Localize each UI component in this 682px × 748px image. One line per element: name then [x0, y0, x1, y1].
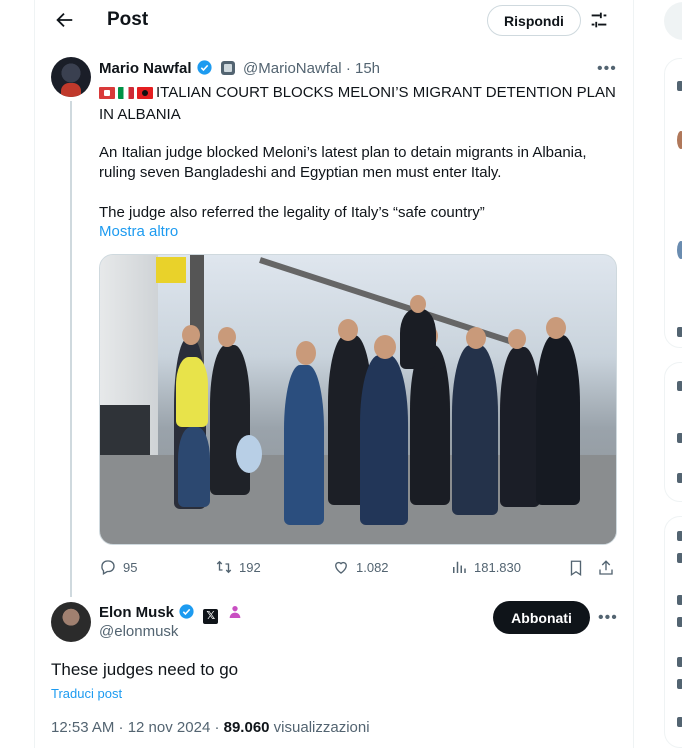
verified-badge-icon [197, 60, 212, 75]
tweet-text: These judges need to go [51, 660, 239, 679]
reply-button[interactable]: Rispondi [487, 5, 581, 36]
bookmark-icon[interactable] [567, 559, 585, 577]
image-head [218, 327, 236, 347]
author-handle[interactable]: @elonmusk [99, 623, 178, 640]
tweet-image[interactable] [99, 254, 617, 545]
post-metadata: 12:53 AM · 12 nov 2024 · 89.060 visualiz… [51, 719, 370, 736]
x-affiliate-badge-icon: 𝕏 [203, 609, 219, 624]
image-person [210, 345, 250, 495]
image-person-jeans [178, 427, 210, 507]
image-person [536, 335, 580, 505]
avatar[interactable] [51, 602, 91, 642]
reply-count: 95 [123, 559, 138, 575]
image-plastic-bag [236, 435, 262, 473]
sidebar-card [664, 362, 682, 502]
tweet-action-bar: 95 192 1.082 181.830 [99, 558, 619, 580]
image-head [546, 317, 566, 339]
subscribe-button[interactable]: Abbonati [493, 601, 590, 634]
sidebar-text-fragment [677, 531, 682, 541]
image-person-blue-jacket [360, 355, 408, 525]
main-column: Post Rispondi Mario Nawfal @MarioNawfal … [34, 0, 634, 748]
more-options-icon[interactable]: ••• [597, 60, 617, 78]
image-head [466, 327, 486, 349]
right-sidebar [634, 0, 682, 748]
sidebar-text-fragment [677, 327, 682, 337]
image-person-denim-jacket [284, 365, 324, 525]
tweet-headline: ITALIAN COURT BLOCKS MELONI’S MIGRANT DE… [99, 83, 619, 125]
sidebar-text-fragment [677, 679, 682, 689]
filter-settings-icon[interactable] [588, 9, 610, 31]
left-gutter [0, 0, 34, 748]
italy-flag-icon [118, 87, 134, 99]
repost-icon [216, 560, 232, 574]
author-line: Mario Nawfal @MarioNawfal · 15h [99, 59, 380, 77]
sidebar-card [664, 516, 682, 748]
image-head [182, 325, 200, 345]
like-count: 1.082 [356, 559, 389, 575]
sidebar-text-fragment [677, 595, 682, 605]
image-head [296, 341, 316, 365]
image-person-yellow-shirt [176, 357, 208, 427]
sidebar-text-fragment [677, 717, 682, 727]
image-head [410, 295, 426, 313]
thread-connector-line [70, 101, 72, 597]
sidebar-text-fragment [677, 381, 682, 391]
image-person-background [400, 309, 436, 369]
views-count: 89.060 [223, 719, 270, 736]
views-action[interactable]: 181.830 [450, 558, 521, 576]
author-handle[interactable]: @MarioNawfal [243, 60, 342, 77]
image-person [500, 347, 540, 507]
like-action[interactable]: 1.082 [332, 558, 389, 576]
sidebar-text-fragment [677, 617, 682, 627]
people-badge-icon [229, 606, 240, 618]
more-options-icon[interactable]: ••• [598, 609, 618, 627]
image-person [452, 345, 498, 515]
image-head [374, 335, 396, 359]
author-name[interactable]: Mario Nawfal [99, 60, 192, 77]
sidebar-text-fragment [677, 553, 682, 563]
post-time[interactable]: 15h [355, 60, 380, 77]
repost-action[interactable]: 192 [215, 558, 261, 576]
sidebar-text-fragment [677, 473, 682, 483]
author-name[interactable]: Elon Musk [99, 604, 174, 621]
sidebar-avatar-fragment [677, 241, 682, 259]
views-count: 181.830 [474, 559, 521, 575]
image-head [338, 319, 358, 341]
tweet-paragraph: The judge also referred the legality of … [99, 204, 485, 221]
verified-badge-icon [179, 604, 194, 619]
analytics-icon [453, 561, 466, 573]
author-line: Elon Musk 𝕏 [99, 603, 243, 624]
reply-action[interactable]: 95 [99, 558, 137, 576]
image-person [410, 345, 450, 505]
flag-icons [99, 85, 156, 105]
views-label: visualizzazioni [269, 719, 370, 736]
image-head [508, 329, 526, 349]
sidebar-avatar-fragment [677, 131, 682, 149]
back-arrow-icon[interactable] [53, 9, 75, 31]
image-yellow-sign [156, 257, 186, 283]
post-timestamp[interactable]: 12:53 AM · 12 nov 2024 · [51, 719, 224, 736]
share-icon[interactable] [597, 559, 615, 577]
affiliate-badge-icon [220, 61, 235, 75]
page-header: Post Rispondi [35, 0, 635, 40]
repost-count: 192 [239, 559, 261, 575]
translate-post-link[interactable]: Traduci post [51, 686, 122, 701]
sidebar-text-fragment [677, 657, 682, 667]
show-more-link[interactable]: Mostra altro [99, 223, 178, 240]
sidebar-text-fragment [677, 433, 682, 443]
red-square-flag-icon [99, 87, 115, 99]
search-box[interactable] [664, 2, 682, 40]
reply-icon [101, 560, 115, 575]
separator: · [345, 60, 351, 77]
page-title: Post [107, 9, 149, 30]
headline-text: ITALIAN COURT BLOCKS MELONI’S MIGRANT DE… [99, 84, 616, 123]
sidebar-text-fragment [677, 81, 682, 91]
sidebar-card [664, 58, 682, 348]
heart-icon [335, 561, 347, 574]
tweet-paragraph: An Italian judge blocked Meloni’s latest… [99, 144, 587, 181]
avatar[interactable] [51, 57, 91, 97]
albania-flag-icon [137, 87, 153, 99]
